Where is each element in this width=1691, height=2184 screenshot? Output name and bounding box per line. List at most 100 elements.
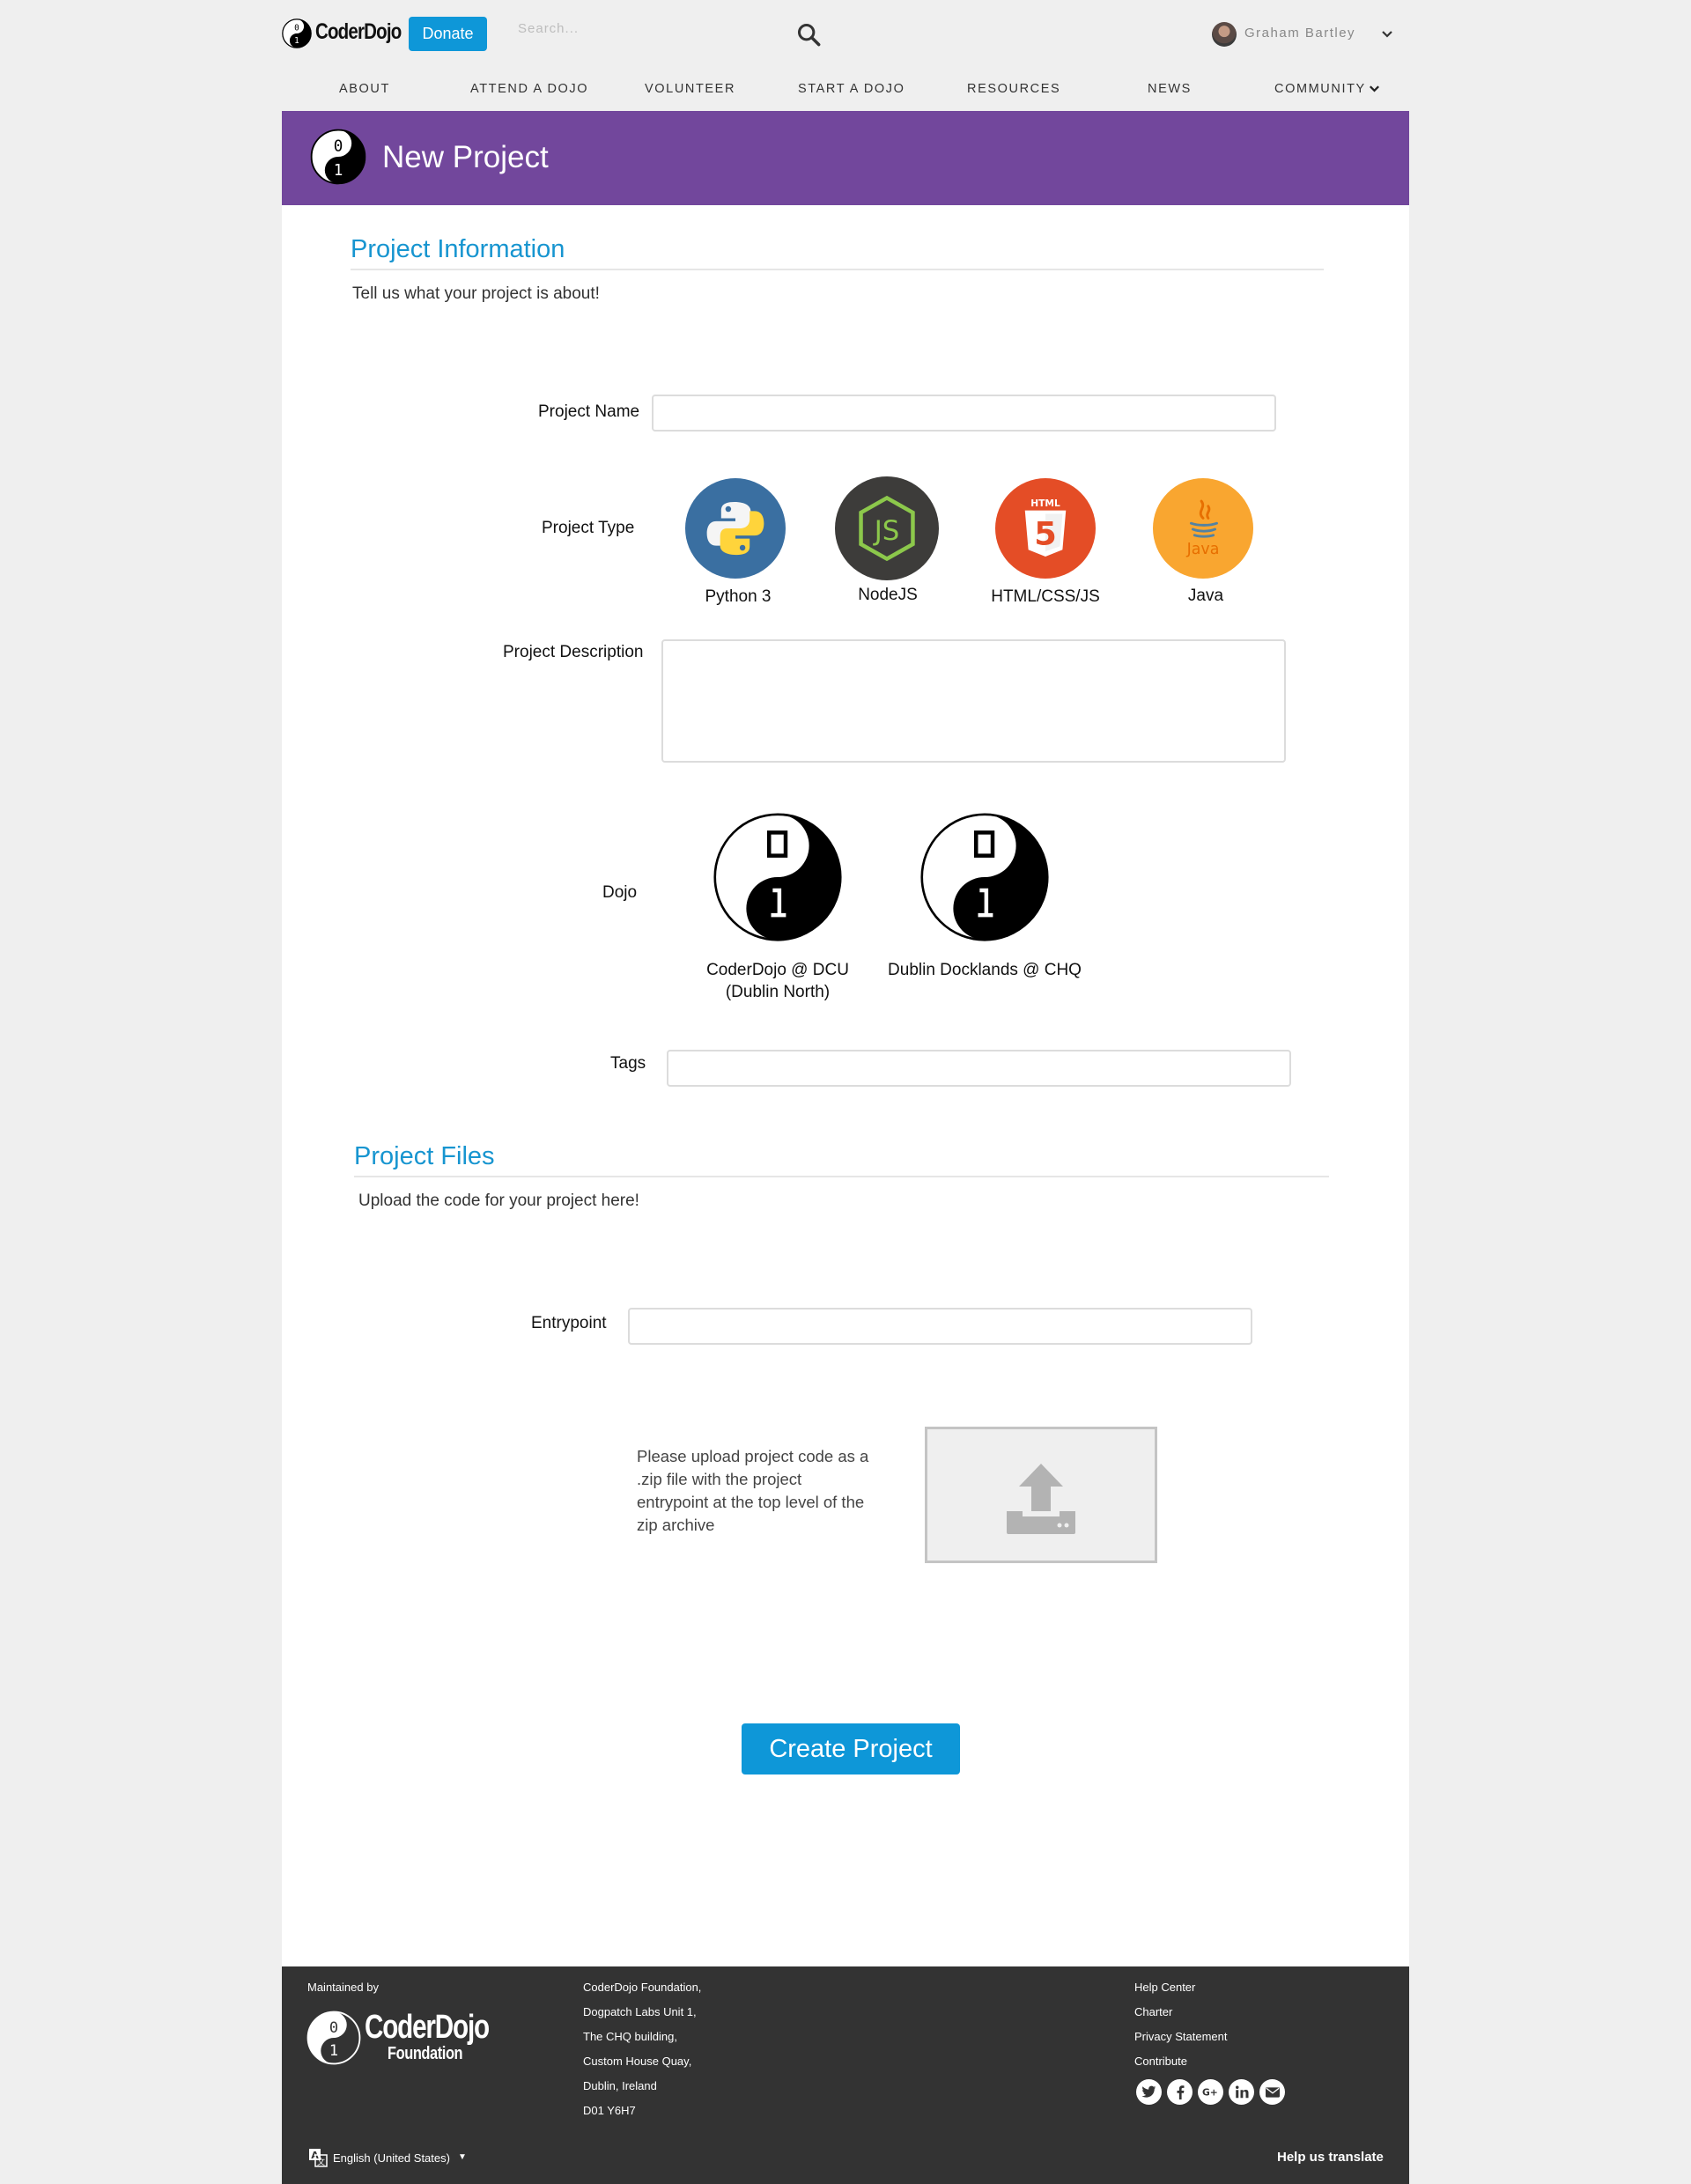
project-type-nodejs[interactable]: JS NodeJS [835,476,941,604]
python-icon[interactable] [685,478,786,579]
dojo-yin-yang-icon [713,813,842,941]
html-label: HTML/CSS/JS [991,587,1100,606]
nav-volunteer[interactable]: VOLUNTEER [645,82,735,96]
address-line-4: Custom House Quay, [583,2055,692,2068]
svg-text:JS: JS [873,515,900,547]
address-line-2: Dogpatch Labs Unit 1, [583,2005,697,2018]
svg-text:1: 1 [329,2042,338,2060]
dojo-option-dcu[interactable]: CoderDojo @ DCU (Dublin North) [706,811,849,1001]
nav-community[interactable]: COMMUNITY [1274,82,1366,96]
dojo-option-chq[interactable]: Dublin Docklands @ CHQ [888,811,1082,979]
nav-about[interactable]: ABOUT [339,82,390,96]
entrypoint-input[interactable] [628,1308,1252,1345]
facebook-icon[interactable] [1167,2079,1193,2105]
language-selector[interactable]: English (United States) [333,2151,450,2165]
svg-text:0: 0 [334,138,343,156]
top-bar: 0 1 CoderDojo Donate Search... Graham Ba… [282,0,1409,69]
dojo-chq-label: Dublin Docklands @ CHQ [875,959,1095,981]
svg-text:1: 1 [334,162,343,180]
linkedin-icon[interactable] [1229,2079,1254,2105]
dojo-dcu-label: CoderDojo @ DCU (Dublin North) [676,959,879,1003]
python-label: Python 3 [705,587,772,606]
dojo-yin-yang-icon [920,813,1049,941]
maintained-by-label: Maintained by [307,1981,379,1994]
help-us-translate-link[interactable]: Help us translate [1277,2150,1384,2165]
footer-link-contribute[interactable]: Contribute [1134,2055,1187,2068]
java-label: Java [1187,587,1224,605]
nodejs-icon[interactable]: JS [835,476,939,580]
project-type-python[interactable]: Python 3 [685,478,791,606]
nav-news[interactable]: NEWS [1148,82,1192,96]
project-type-html[interactable]: HTML 5 HTML/CSS/JS [991,478,1101,606]
footer-link-help-center[interactable]: Help Center [1134,1981,1195,1994]
project-files-subtitle: Upload the code for your project here! [358,1192,639,1210]
entrypoint-label: Entrypoint [531,1314,607,1332]
language-dropdown-icon[interactable]: ▼ [458,2152,467,2162]
foundation-logo[interactable]: 0 1 CoderDojo Foundation [306,2009,491,2065]
nav-resources[interactable]: RESOURCES [967,82,1060,96]
project-type-java[interactable]: Java Java [1153,478,1259,605]
google-plus-icon[interactable]: G+ [1198,2079,1223,2105]
svg-text:0: 0 [329,2019,338,2037]
project-information-heading: Project Information [351,235,565,263]
svg-text:文: 文 [317,2157,325,2167]
project-description-textarea[interactable] [661,639,1286,763]
address-line-6: D01 Y6H7 [583,2104,636,2117]
java-icon[interactable]: Java [1153,478,1253,579]
svg-text:Java: Java [1186,541,1220,558]
brand-name[interactable]: CoderDojo [315,19,402,45]
project-information-subtitle: Tell us what your project is about! [352,284,600,303]
upload-icon [1007,1464,1075,1534]
twitter-icon[interactable] [1136,2079,1162,2105]
upload-help-text: Please upload project code as a .zip fil… [637,1447,869,1534]
nodejs-label: NodeJS [858,586,918,604]
project-logo-icon: 0 1 [310,129,366,185]
project-name-input[interactable] [652,395,1276,432]
dojo-dcu-name: CoderDojo @ DCU [706,961,849,979]
community-chevron-icon[interactable] [1368,83,1381,95]
foundation-brand: CoderDojo [365,2009,490,2046]
tags-input[interactable] [667,1050,1291,1087]
svg-text:G+: G+ [1202,2086,1218,2098]
address-line-5: Dublin, Ireland [583,2079,657,2092]
donate-button[interactable]: Donate [409,17,487,51]
project-files-heading: Project Files [354,1142,495,1170]
foundation-logo-icon: 0 1 [306,2011,361,2065]
footer-link-privacy[interactable]: Privacy Statement [1134,2030,1228,2043]
page-title: New Project [382,140,549,174]
dojo-label: Dojo [602,883,638,902]
section-divider [354,1176,1329,1177]
create-project-button[interactable]: Create Project [742,1723,960,1774]
section-divider [351,269,1324,270]
svg-text:0: 0 [294,24,299,33]
search-icon[interactable] [796,22,821,47]
main-content: Project Information Tell us what your pr… [282,205,1409,1966]
project-description-label: Project Description [503,643,644,661]
svg-text:HTML: HTML [1030,498,1060,509]
search-input[interactable]: Search... [518,21,800,48]
nav-start-a-dojo[interactable]: START A DOJO [798,82,905,96]
svg-text:5: 5 [1034,514,1057,552]
project-type-label: Project Type [542,519,635,537]
dojo-chq-name: Dublin Docklands @ CHQ [888,961,1082,979]
file-upload-dropzone[interactable] [925,1427,1157,1563]
translate-icon[interactable]: A 文 [308,2148,328,2167]
chevron-down-icon[interactable] [1380,28,1394,41]
html5-icon[interactable]: HTML 5 [995,478,1096,579]
address-line-3: The CHQ building, [583,2030,677,2043]
coderdojo-logo-icon[interactable]: 0 1 [282,18,312,48]
footer-link-charter[interactable]: Charter [1134,2005,1172,2018]
tags-label: Tags [610,1054,646,1073]
project-name-label: Project Name [538,402,640,421]
svg-text:1: 1 [294,36,299,46]
dojo-dcu-area: (Dublin North) [725,983,831,1001]
nav-attend-a-dojo[interactable]: ATTEND A DOJO [470,82,588,96]
address-line-1: CoderDojo Foundation, [583,1981,702,1994]
search-placeholder: Search... [518,21,580,36]
page-banner: 0 1 New Project [282,111,1409,205]
social-links: G+ [1136,2079,1285,2105]
avatar[interactable] [1212,22,1237,47]
email-icon[interactable] [1259,2079,1285,2105]
user-name[interactable]: Graham Bartley [1244,26,1355,41]
foundation-sub: Foundation [388,2044,463,2063]
